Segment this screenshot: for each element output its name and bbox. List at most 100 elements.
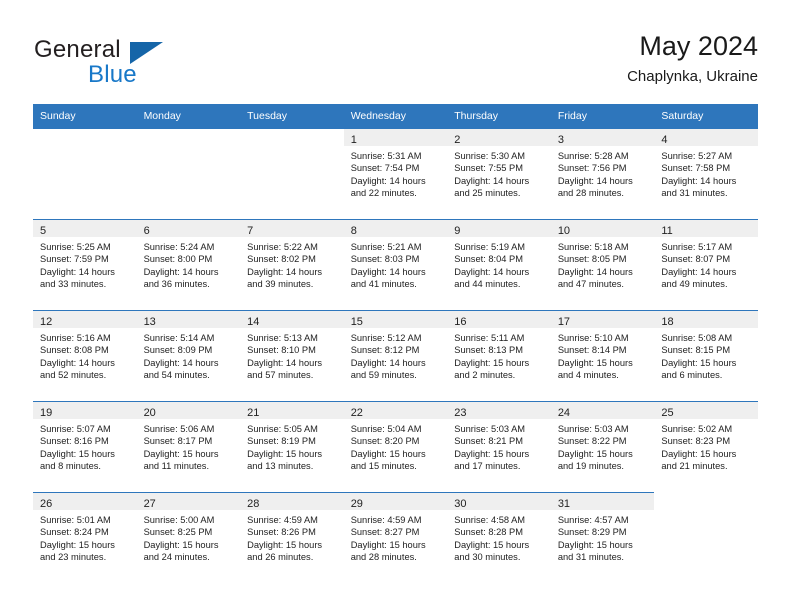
daylight-text-line1: Daylight: 14 hours xyxy=(40,266,115,277)
calendar-day-cell[interactable]: 23 Sunrise: 5:03 AM Sunset: 8:21 PM Dayligh… xyxy=(447,401,551,493)
calendar-day-cell[interactable]: 10 Sunrise: 5:18 AM Sunset: 8:05 PM Dayligh… xyxy=(550,219,655,311)
weekday-header-saturday: Saturday xyxy=(654,104,758,129)
day-details: Sunrise: 5:31 AM Sunset: 7:54 PM Daylight:… xyxy=(344,146,448,200)
day-details: Sunrise: 4:59 AM Sunset: 8:27 PM Daylight:… xyxy=(344,510,448,564)
day-number: 9 xyxy=(454,225,461,237)
calendar-day-cell[interactable]: 12 Sunrise: 5:16 AM Sunset: 8:08 PM Dayligh… xyxy=(33,310,137,402)
daylight-text-line2: and 2 minutes. xyxy=(454,370,516,381)
sunset-text: Sunset: 8:04 PM xyxy=(454,254,523,265)
day-number-strip: 10 xyxy=(550,220,655,237)
day-number: 11 xyxy=(661,225,673,237)
daylight-text-line2: and 31 minutes. xyxy=(557,552,624,563)
calendar-day-cell[interactable]: 15 Sunrise: 5:12 AM Sunset: 8:12 PM Dayligh… xyxy=(343,310,448,402)
calendar-day-cell[interactable]: 24 Sunrise: 5:03 AM Sunset: 8:22 PM Dayligh… xyxy=(550,401,655,493)
calendar-day-cell[interactable]: 4 Sunrise: 5:27 AM Sunset: 7:58 PM Daylight… xyxy=(654,128,758,220)
calendar-day-cell[interactable]: 9 Sunrise: 5:19 AM Sunset: 8:04 PM Daylight… xyxy=(447,219,551,311)
day-number-strip: 2 xyxy=(447,129,551,146)
sunset-text: Sunset: 8:26 PM xyxy=(247,527,316,538)
calendar-day-cell[interactable]: 11 Sunrise: 5:17 AM Sunset: 8:07 PM Dayligh… xyxy=(654,219,758,311)
calendar-body: 1 Sunrise: 5:31 AM Sunset: 7:54 PM Daylight… xyxy=(33,128,758,583)
daylight-text-line1: Daylight: 14 hours xyxy=(143,357,219,368)
calendar-day-cell[interactable]: 8 Sunrise: 5:21 AM Sunset: 8:03 PM Daylight… xyxy=(343,219,448,311)
calendar-day-cell[interactable]: 21 Sunrise: 5:05 AM Sunset: 8:19 PM Dayligh… xyxy=(240,401,344,493)
calendar-day-cell[interactable]: 27 Sunrise: 5:00 AM Sunset: 8:25 PM Dayligh… xyxy=(136,492,241,583)
daylight-text-line2: and 57 minutes. xyxy=(247,370,314,381)
day-number-strip: 28 xyxy=(240,493,344,510)
day-number-strip: 16 xyxy=(447,311,551,328)
sunrise-text: Sunrise: 5:02 AM xyxy=(661,424,733,434)
day-details: Sunrise: 5:19 AM Sunset: 8:04 PM Daylight:… xyxy=(447,237,551,291)
sunrise-text: Sunrise: 5:28 AM xyxy=(557,151,629,161)
calendar-week-row: 12 Sunrise: 5:16 AM Sunset: 8:08 PM Dayligh… xyxy=(33,310,758,402)
day-number-strip: 27 xyxy=(136,493,241,510)
daylight-text-line1: Daylight: 14 hours xyxy=(661,175,737,186)
day-number-strip: 26 xyxy=(33,493,137,510)
sunset-text: Sunset: 8:10 PM xyxy=(247,345,316,356)
calendar-day-cell[interactable]: 3 Sunrise: 5:28 AM Sunset: 7:56 PM Daylight… xyxy=(550,128,655,220)
day-number: 14 xyxy=(247,316,260,328)
daylight-text-line1: Daylight: 14 hours xyxy=(143,266,219,277)
calendar-day-cell[interactable]: 20 Sunrise: 5:06 AM Sunset: 8:17 PM Dayligh… xyxy=(136,401,241,493)
day-number-strip: 21 xyxy=(240,402,344,419)
sunrise-text: Sunrise: 5:21 AM xyxy=(350,242,422,252)
sunset-text: Sunset: 8:05 PM xyxy=(557,254,627,265)
calendar-day-cell[interactable]: 1 Sunrise: 5:31 AM Sunset: 7:54 PM Daylight… xyxy=(343,128,448,220)
day-details: Sunrise: 5:16 AM Sunset: 8:08 PM Daylight:… xyxy=(33,328,137,382)
calendar-day-cell[interactable]: 26 Sunrise: 5:01 AM Sunset: 8:24 PM Dayligh… xyxy=(33,492,137,583)
daylight-text-line2: and 24 minutes. xyxy=(143,552,210,563)
calendar-day-cell[interactable]: 2 Sunrise: 5:30 AM Sunset: 7:55 PM Daylight… xyxy=(447,128,551,220)
daylight-text-line1: Daylight: 15 hours xyxy=(557,539,633,550)
page-title: May 2024 xyxy=(639,31,758,61)
day-number: 30 xyxy=(454,498,467,510)
calendar-day-cell[interactable]: 18 Sunrise: 5:08 AM Sunset: 8:15 PM Dayligh… xyxy=(654,310,758,402)
calendar-day-cell[interactable]: 6 Sunrise: 5:24 AM Sunset: 8:00 PM Daylight… xyxy=(136,219,241,311)
calendar-day-cell[interactable]: 17 Sunrise: 5:10 AM Sunset: 8:14 PM Dayligh… xyxy=(550,310,655,402)
sunset-text: Sunset: 8:21 PM xyxy=(454,436,523,447)
sunset-text: Sunset: 7:54 PM xyxy=(350,163,420,174)
calendar-day-cell[interactable]: 29 Sunrise: 4:59 AM Sunset: 8:27 PM Dayligh… xyxy=(343,492,448,583)
day-number-strip: 23 xyxy=(447,402,551,419)
day-number-strip: 6 xyxy=(136,220,241,237)
day-number: 16 xyxy=(454,316,467,328)
day-number-strip: 7 xyxy=(240,220,344,237)
calendar-day-cell[interactable]: 25 Sunrise: 5:02 AM Sunset: 8:23 PM Dayligh… xyxy=(654,401,758,493)
calendar-day-cell[interactable]: 19 Sunrise: 5:07 AM Sunset: 8:16 PM Dayligh… xyxy=(33,401,137,493)
day-number-strip: 24 xyxy=(550,402,655,419)
sunset-text: Sunset: 8:14 PM xyxy=(557,345,627,356)
daylight-text-line2: and 13 minutes. xyxy=(247,461,314,472)
day-number: 29 xyxy=(350,498,363,510)
calendar-cell-blank xyxy=(654,492,758,583)
day-number: 4 xyxy=(661,134,668,146)
day-number: 5 xyxy=(40,225,47,237)
calendar-day-cell[interactable]: 13 Sunrise: 5:14 AM Sunset: 8:09 PM Dayligh… xyxy=(136,310,241,402)
daylight-text-line1: Daylight: 15 hours xyxy=(350,539,426,550)
day-details: Sunrise: 5:07 AM Sunset: 8:16 PM Daylight:… xyxy=(33,419,137,473)
calendar-day-cell[interactable]: 16 Sunrise: 5:11 AM Sunset: 8:13 PM Dayligh… xyxy=(447,310,551,402)
sunset-text: Sunset: 8:27 PM xyxy=(350,527,420,538)
calendar-day-cell[interactable]: 22 Sunrise: 5:04 AM Sunset: 8:20 PM Dayligh… xyxy=(343,401,448,493)
daylight-text-line2: and 31 minutes. xyxy=(661,188,728,199)
daylight-text-line2: and 41 minutes. xyxy=(350,279,417,290)
general-blue-logo[interactable]: General Blue xyxy=(34,36,254,92)
calendar-day-cell[interactable]: 28 Sunrise: 4:59 AM Sunset: 8:26 PM Dayligh… xyxy=(240,492,344,583)
day-number: 21 xyxy=(247,407,260,419)
daylight-text-line2: and 47 minutes. xyxy=(557,279,624,290)
daylight-text-line1: Daylight: 14 hours xyxy=(661,266,737,277)
day-number: 22 xyxy=(350,407,363,419)
sunrise-sunset-calendar-table: Sunday Monday Tuesday Wednesday Thursday… xyxy=(33,104,758,583)
calendar-week-row: 1 Sunrise: 5:31 AM Sunset: 7:54 PM Daylight… xyxy=(33,128,758,220)
calendar-day-cell[interactable]: 30 Sunrise: 4:58 AM Sunset: 8:28 PM Dayligh… xyxy=(447,492,551,583)
daylight-text-line1: Daylight: 15 hours xyxy=(557,448,633,459)
day-details: Sunrise: 5:21 AM Sunset: 8:03 PM Daylight:… xyxy=(344,237,448,291)
sunset-text: Sunset: 8:19 PM xyxy=(247,436,316,447)
calendar-day-cell[interactable]: 14 Sunrise: 5:13 AM Sunset: 8:10 PM Dayligh… xyxy=(240,310,344,402)
daylight-text-line1: Daylight: 15 hours xyxy=(143,539,219,550)
daylight-text-line2: and 23 minutes. xyxy=(40,552,107,563)
calendar-day-cell[interactable]: 31 Sunrise: 4:57 AM Sunset: 8:29 PM Dayligh… xyxy=(550,492,655,583)
sunrise-text: Sunrise: 5:01 AM xyxy=(40,515,111,525)
daylight-text-line1: Daylight: 14 hours xyxy=(557,175,633,186)
calendar-day-cell[interactable]: 7 Sunrise: 5:22 AM Sunset: 8:02 PM Daylight… xyxy=(240,219,344,311)
sunrise-text: Sunrise: 4:57 AM xyxy=(557,515,629,525)
day-number: 1 xyxy=(350,134,357,146)
calendar-day-cell[interactable]: 5 Sunrise: 5:25 AM Sunset: 7:59 PM Daylight… xyxy=(33,219,137,311)
